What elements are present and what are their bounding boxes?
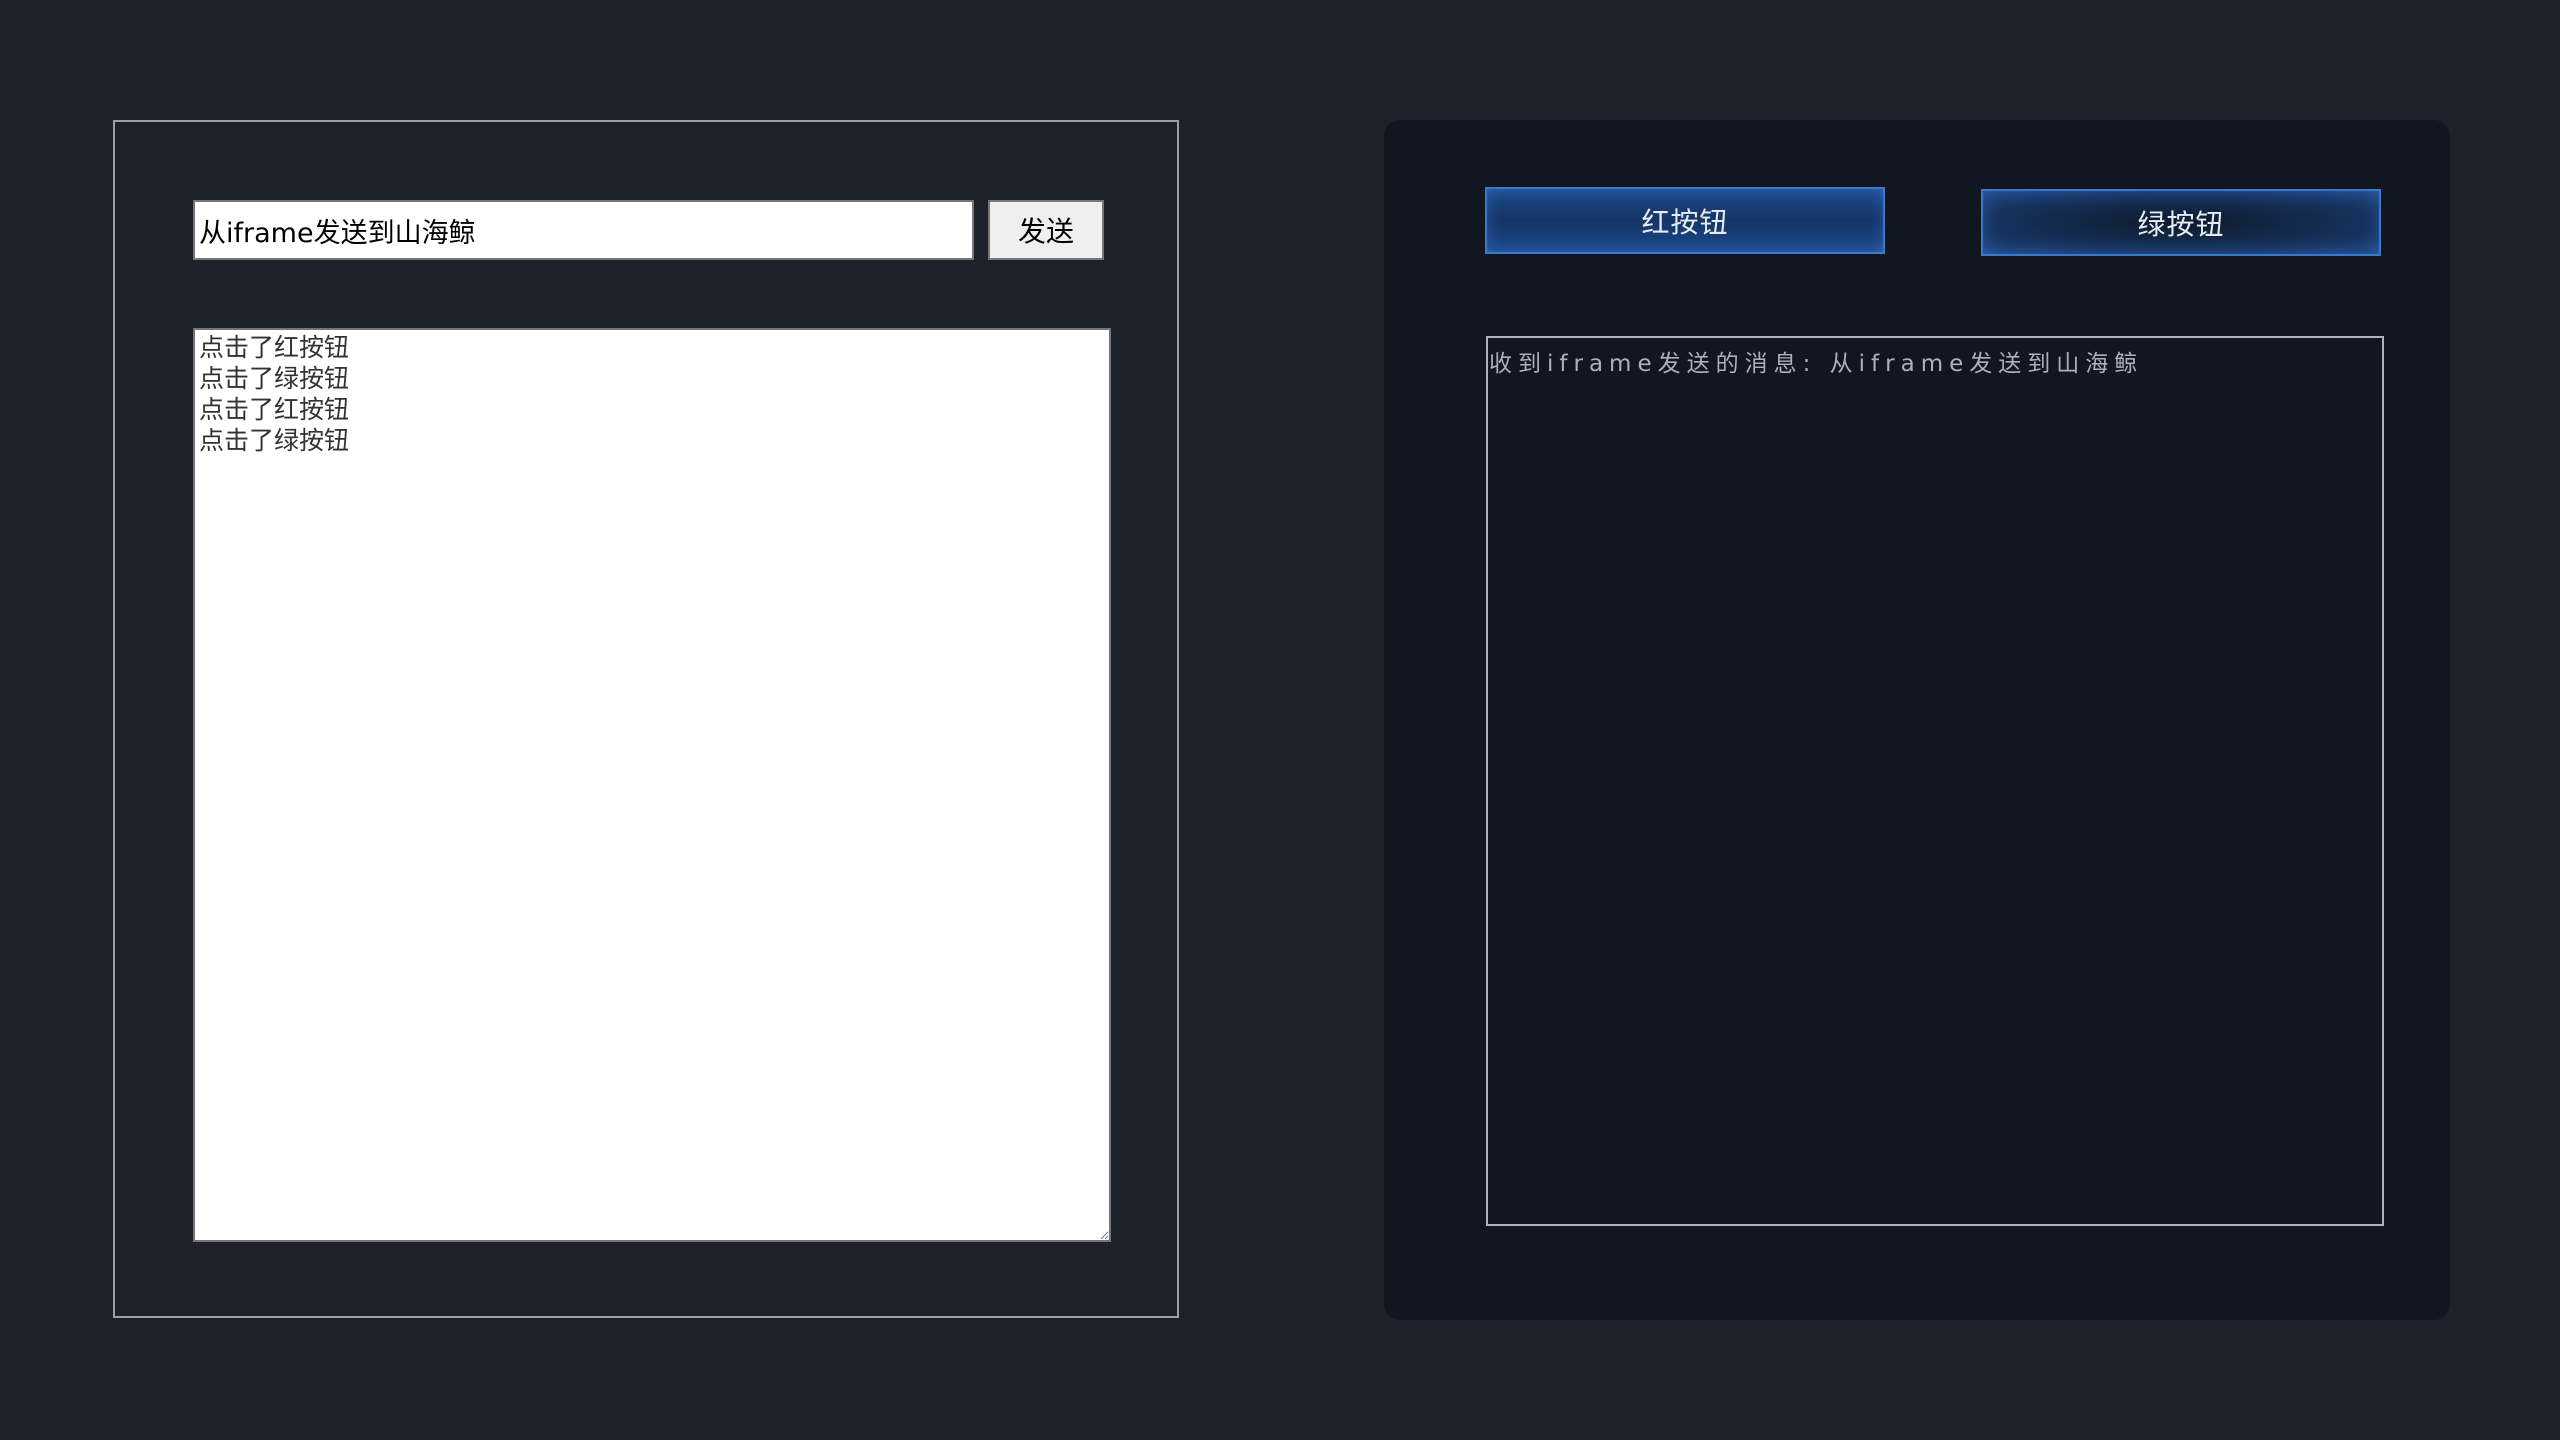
host-panel: 红按钮 绿按钮 收到iframe发送的消息: 从iframe发送到山海鲸 (1384, 120, 2450, 1320)
received-message-box: 收到iframe发送的消息: 从iframe发送到山海鲸 (1486, 336, 2384, 1226)
click-log-textarea[interactable]: 点击了红按钮 点击了绿按钮 点击了红按钮 点击了绿按钮 (193, 328, 1111, 1242)
iframe-panel: 发送 点击了红按钮 点击了绿按钮 点击了红按钮 点击了绿按钮 (113, 120, 1179, 1318)
send-button[interactable]: 发送 (988, 200, 1104, 260)
received-message-text: 收到iframe发送的消息: 从iframe发送到山海鲸 (1489, 351, 2144, 377)
red-button[interactable]: 红按钮 (1485, 187, 1885, 254)
page: 发送 点击了红按钮 点击了绿按钮 点击了红按钮 点击了绿按钮 红按钮 绿按钮 收… (0, 0, 2560, 1440)
message-input[interactable] (193, 200, 974, 260)
green-button[interactable]: 绿按钮 (1981, 189, 2381, 256)
